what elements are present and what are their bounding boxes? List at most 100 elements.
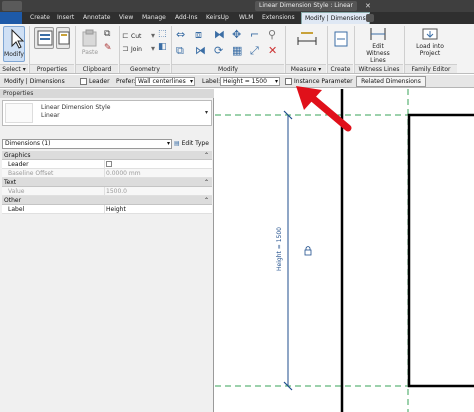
measure-button[interactable] bbox=[296, 29, 318, 49]
instance-filter-value: Dimensions (1) bbox=[5, 140, 51, 147]
join-button[interactable]: Join bbox=[131, 46, 142, 53]
load-into-project-icon bbox=[422, 28, 438, 40]
instance-filter-dropdown[interactable]: Dimensions (1) ▾ bbox=[2, 139, 172, 149]
scale-icon[interactable]: ⤢ bbox=[250, 45, 259, 56]
property-row-value: Value 1500.0 bbox=[2, 187, 212, 196]
tab-file[interactable] bbox=[0, 12, 22, 24]
property-row-leader[interactable]: Leader bbox=[2, 160, 212, 169]
align-icon[interactable]: ⇔ bbox=[176, 29, 185, 40]
properties-icon bbox=[37, 30, 53, 46]
leader-checkbox[interactable] bbox=[80, 78, 87, 85]
paste-button[interactable]: Paste bbox=[79, 27, 101, 61]
group-other[interactable]: Other ⌃ bbox=[2, 196, 212, 205]
move-icon[interactable]: ✥ bbox=[232, 29, 241, 40]
delete-icon[interactable]: ✕ bbox=[268, 45, 277, 56]
property-value[interactable]: Height bbox=[106, 205, 126, 214]
mirror-draw-icon[interactable]: ⧒ bbox=[195, 45, 206, 56]
measure-icon bbox=[297, 32, 317, 45]
panel-clipboard-label: Clipboard bbox=[76, 64, 118, 73]
property-name: Leader bbox=[8, 161, 29, 168]
family-types-button[interactable] bbox=[56, 27, 70, 49]
paint-icon[interactable]: ◧ bbox=[158, 43, 167, 52]
cut-dropdown-icon[interactable]: ▾ bbox=[151, 32, 155, 40]
dimension-text[interactable]: Height = 1500 bbox=[276, 227, 283, 271]
type-selector[interactable]: Linear Dimension Style Linear ▾ bbox=[2, 100, 212, 126]
tab-modify-dimensions[interactable]: Modify | Dimensions bbox=[301, 12, 370, 24]
dropdown-arrow-icon: ▾ bbox=[189, 78, 193, 85]
ribbon-options-icon[interactable] bbox=[366, 14, 374, 22]
property-row-label[interactable]: Label Height bbox=[2, 205, 212, 214]
window-title: Linear Dimension Style : Linear bbox=[255, 1, 357, 11]
lock-icon[interactable] bbox=[304, 246, 312, 256]
load-into-project-button[interactable]: Load into Project bbox=[410, 26, 450, 63]
options-bar: Modify | Dimensions Leader Prefer: Wall … bbox=[0, 75, 474, 88]
edit-type-button[interactable]: ▤ Edit Type bbox=[174, 139, 212, 149]
paste-label: Paste bbox=[81, 49, 99, 56]
edit-witness-lines-button[interactable]: Edit Witness Lines bbox=[360, 26, 396, 64]
column-divider bbox=[104, 205, 105, 214]
offset-icon[interactable]: ⧈ bbox=[195, 29, 202, 40]
type-thumbnail bbox=[5, 103, 33, 123]
copy-element-icon[interactable]: ⧉ bbox=[176, 45, 184, 56]
modify-button[interactable]: Modify bbox=[3, 26, 25, 62]
split-face-icon[interactable]: ⬚ bbox=[158, 30, 167, 39]
edit-type-label: Edit Type bbox=[181, 140, 209, 147]
panel-select-label[interactable]: Select ▾ bbox=[0, 64, 28, 73]
height-dimension[interactable]: Height = 1500 bbox=[276, 110, 293, 391]
label-dropdown[interactable]: Height = 1500 ▾ bbox=[220, 77, 280, 86]
quick-access-toolbar[interactable] bbox=[2, 1, 22, 11]
join-dropdown-icon[interactable]: ▾ bbox=[151, 45, 155, 53]
cut-button[interactable]: Cut bbox=[131, 33, 141, 40]
collapse-icon: ⌃ bbox=[203, 179, 209, 186]
options-bar-context: Modify | Dimensions bbox=[4, 78, 65, 85]
mirror-axis-icon[interactable]: ⧓ bbox=[214, 29, 225, 40]
property-name: Baseline Offset bbox=[8, 170, 54, 177]
load-into-project-label: Load into Project bbox=[416, 43, 444, 57]
prefer-dropdown[interactable]: Wall centerlines ▾ bbox=[135, 77, 195, 86]
match-properties-icon[interactable]: ✎ bbox=[104, 44, 112, 53]
modify-button-label: Modify bbox=[4, 51, 24, 58]
property-row-baseline-offset: Baseline Offset 0.0000 mm bbox=[2, 169, 212, 178]
family-types-icon bbox=[58, 31, 70, 45]
panel-family-editor-label: Family Editor bbox=[405, 64, 457, 73]
tab-manage[interactable]: Manage bbox=[142, 12, 166, 24]
copy-icon[interactable]: ⧉ bbox=[104, 30, 110, 39]
leader-property-checkbox[interactable] bbox=[106, 161, 112, 167]
paste-icon bbox=[82, 29, 97, 47]
close-icon[interactable]: ✕ bbox=[365, 1, 371, 11]
tab-keirsup[interactable]: KeirsUp bbox=[206, 12, 229, 24]
tab-add-ins[interactable]: Add-Ins bbox=[175, 12, 197, 24]
column-divider bbox=[104, 187, 105, 196]
cut-geometry-icon[interactable]: ⊐ bbox=[122, 45, 129, 53]
tab-create[interactable]: Create bbox=[30, 12, 50, 24]
group-other-label: Other bbox=[4, 197, 22, 204]
group-graphics[interactable]: Graphics ⌃ bbox=[2, 151, 212, 160]
group-text[interactable]: Text ⌃ bbox=[2, 178, 212, 187]
tab-extensions[interactable]: Extensions bbox=[262, 12, 295, 24]
panel-measure-label[interactable]: Measure ▾ bbox=[286, 64, 326, 73]
tab-view[interactable]: View bbox=[119, 12, 133, 24]
create-similar-button[interactable] bbox=[331, 29, 351, 51]
rotate-icon[interactable]: ⟳ bbox=[214, 45, 223, 56]
array-icon[interactable]: ▦ bbox=[232, 45, 242, 56]
panel-geometry-label: Geometry bbox=[120, 64, 170, 73]
properties-empty-area bbox=[2, 215, 212, 409]
cursor-arrow-icon bbox=[11, 28, 25, 49]
cope-icon[interactable]: ⊏ bbox=[122, 32, 129, 40]
panel-select-text: Select bbox=[2, 66, 21, 73]
panel-create-label: Create bbox=[328, 64, 353, 73]
ribbon-tabs: Create Insert Annotate View Manage Add-I… bbox=[0, 12, 474, 24]
tab-insert[interactable]: Insert bbox=[57, 12, 74, 24]
dropdown-arrow-icon: ▾ bbox=[274, 78, 278, 85]
property-value: 0.0000 mm bbox=[106, 170, 141, 177]
edit-witness-lines-label: Edit Witness Lines bbox=[366, 43, 390, 64]
tab-annotate[interactable]: Annotate bbox=[83, 12, 110, 24]
pin-icon[interactable]: ⚲ bbox=[268, 29, 276, 40]
tab-wlm[interactable]: WLM bbox=[239, 12, 253, 24]
collapse-icon: ⌃ bbox=[203, 197, 209, 204]
family-outline[interactable] bbox=[407, 113, 474, 388]
trim-extend-icon[interactable]: ⌐ bbox=[250, 29, 259, 40]
ribbon: Modify Select ▾ Properties Paste ⧉ ✎ Cli… bbox=[0, 24, 474, 74]
type-properties-button[interactable] bbox=[34, 27, 54, 49]
collapse-icon: ⌃ bbox=[203, 152, 209, 159]
